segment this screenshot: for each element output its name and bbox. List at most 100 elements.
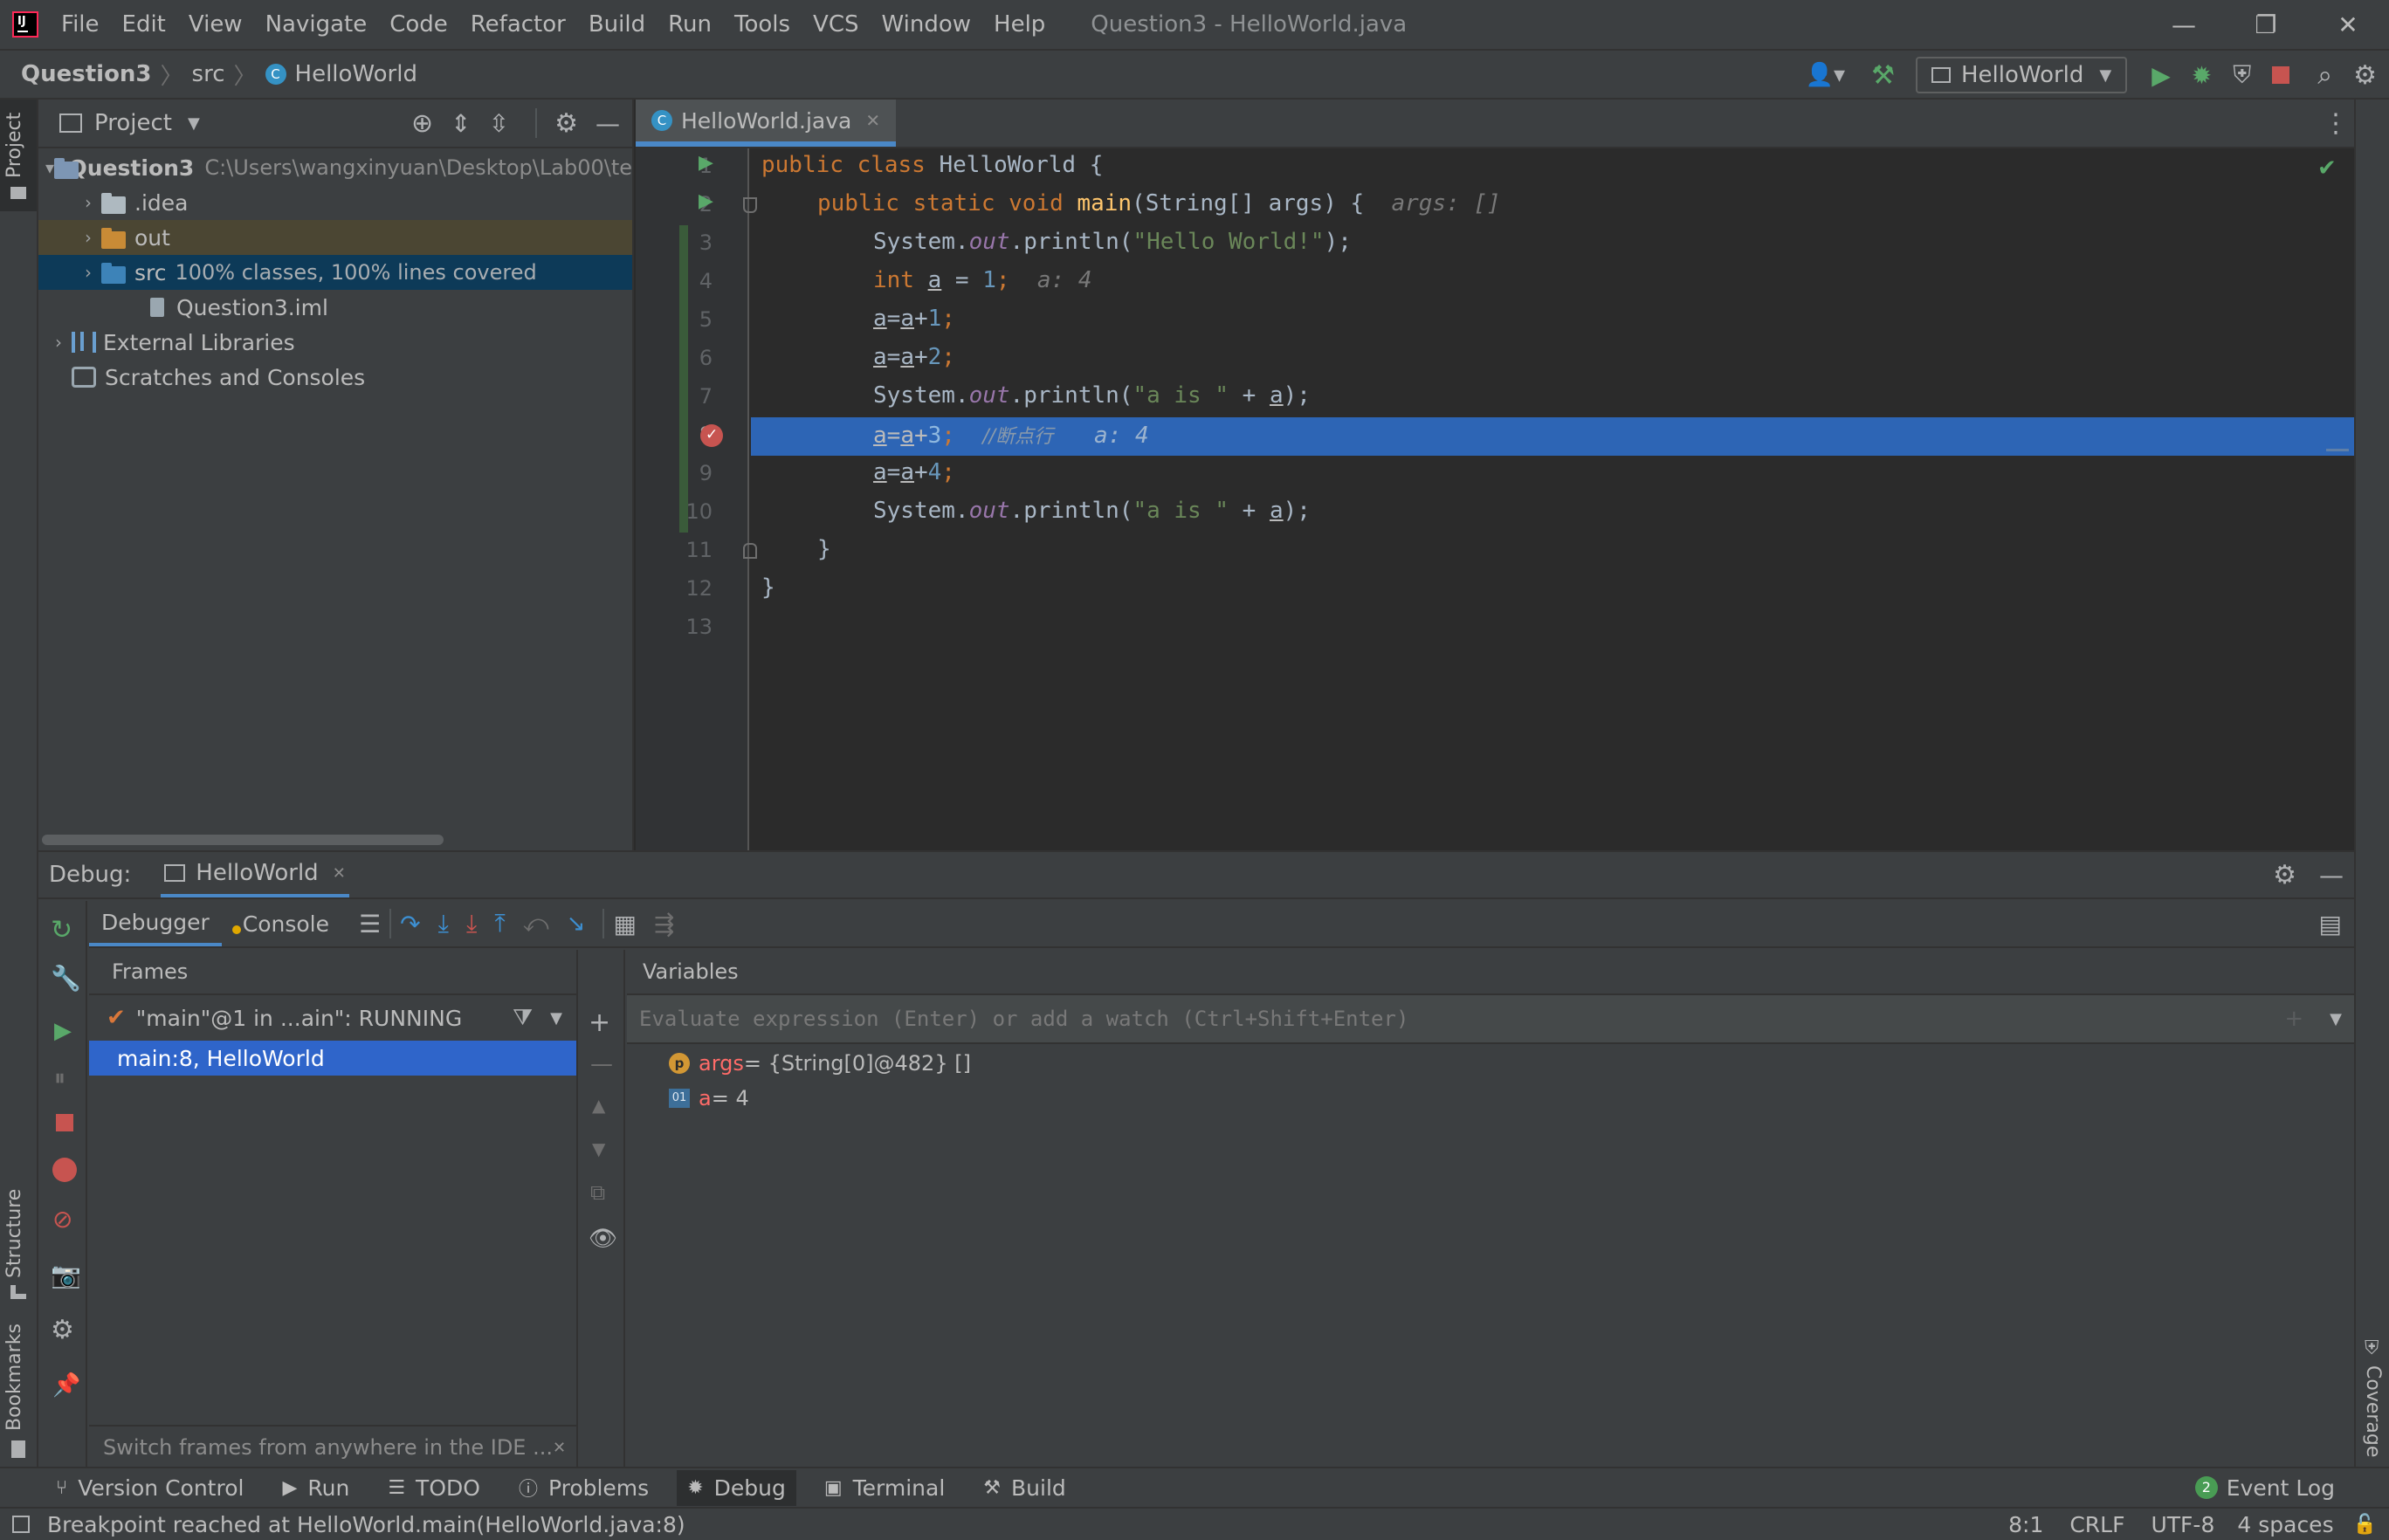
collapse-all-icon[interactable]: ⇳ bbox=[489, 109, 509, 138]
menu-navigate[interactable]: Navigate bbox=[265, 11, 368, 38]
close-tab-icon[interactable]: ✕ bbox=[865, 110, 880, 131]
add-watch-icon[interactable]: + bbox=[589, 1007, 610, 1038]
menu-file[interactable]: File bbox=[61, 11, 100, 38]
menu-tools[interactable]: Tools bbox=[734, 11, 790, 38]
settings-gear-icon[interactable]: ⚙ bbox=[2273, 860, 2296, 890]
menu-code[interactable]: Code bbox=[389, 11, 448, 38]
menu-edit[interactable]: Edit bbox=[122, 11, 166, 38]
menu-view[interactable]: View bbox=[189, 11, 243, 38]
breakpoint-icon[interactable]: ✓ bbox=[700, 424, 723, 447]
settings-gear-icon[interactable]: ⚙ bbox=[51, 1315, 74, 1345]
search-icon[interactable]: ⌕ bbox=[2317, 60, 2332, 91]
toggle-tool-windows-icon[interactable] bbox=[12, 1516, 30, 1533]
camera-icon[interactable]: 📷 bbox=[51, 1261, 81, 1289]
settings-gear-icon[interactable]: ⚙ bbox=[554, 108, 578, 139]
chevron-right-icon[interactable]: › bbox=[75, 262, 101, 283]
wrench-icon[interactable]: 🔧 bbox=[51, 964, 81, 993]
tree-item-src[interactable]: › src 100% classes, 100% lines covered bbox=[38, 255, 632, 290]
menu-refactor[interactable]: Refactor bbox=[471, 11, 566, 38]
indent-setting[interactable]: 4 spaces bbox=[2237, 1512, 2333, 1537]
run-to-cursor-icon[interactable]: ↘ bbox=[567, 911, 586, 937]
remove-watch-icon[interactable]: — bbox=[590, 1051, 613, 1077]
layout-menu-icon[interactable]: ☰ bbox=[359, 910, 381, 938]
run-gutter-icon[interactable]: ▶ bbox=[699, 152, 713, 174]
add-watch-icon[interactable]: + bbox=[2284, 1006, 2303, 1032]
stop-icon[interactable] bbox=[2272, 66, 2290, 84]
resume-icon[interactable]: ▶ bbox=[54, 1018, 72, 1044]
settings-gear-icon[interactable]: ⚙ bbox=[2353, 60, 2377, 91]
tab-debugger[interactable]: Debugger bbox=[89, 901, 222, 946]
rerun-icon[interactable]: ↻ bbox=[51, 915, 72, 945]
project-stripe-button[interactable]: Project bbox=[0, 100, 37, 211]
chevron-down-icon[interactable]: ▼ bbox=[550, 1009, 562, 1028]
minimize-button[interactable]: — bbox=[2143, 10, 2225, 39]
copy-watch-icon[interactable]: ⧉ bbox=[590, 1180, 605, 1205]
pause-icon[interactable]: ⏸ bbox=[54, 1065, 65, 1092]
coverage-stripe-button[interactable]: ⛨ Coverage bbox=[2356, 1330, 2389, 1461]
chevron-right-icon[interactable]: › bbox=[75, 192, 101, 213]
locate-target-icon[interactable]: ⊕ bbox=[411, 108, 433, 139]
move-up-icon[interactable]: ▲ bbox=[592, 1095, 605, 1116]
close-tab-icon[interactable]: ✕ bbox=[333, 864, 346, 883]
fold-icon[interactable] bbox=[743, 197, 757, 213]
close-button[interactable]: ✕ bbox=[2307, 10, 2389, 39]
toolwindow-problems[interactable]: ⓘ Problems bbox=[519, 1474, 649, 1502]
tree-item-scratches[interactable]: Scratches and Consoles bbox=[38, 360, 632, 395]
no-problems-check-icon[interactable]: ✔ bbox=[2317, 155, 2337, 182]
chevron-right-icon[interactable]: › bbox=[45, 332, 72, 353]
move-down-icon[interactable]: ▼ bbox=[592, 1138, 605, 1159]
line-separator[interactable]: CRLF bbox=[2069, 1512, 2124, 1537]
show-watches-eye-icon[interactable]: 👁 bbox=[589, 1226, 617, 1252]
drop-frame-icon[interactable]: ⤺ bbox=[523, 909, 549, 938]
step-out-icon[interactable]: ⤒ bbox=[494, 909, 505, 938]
breadcrumb-src[interactable]: src bbox=[192, 61, 225, 87]
menu-help[interactable]: Help bbox=[994, 11, 1045, 38]
menu-vcs[interactable]: VCS bbox=[813, 11, 858, 38]
debug-bug-icon[interactable]: ✹ bbox=[2192, 61, 2212, 90]
toolwindow-todo[interactable]: ☰ TODO bbox=[388, 1475, 480, 1501]
chevron-right-icon[interactable]: › bbox=[75, 227, 101, 248]
tree-item-out[interactable]: › out bbox=[38, 220, 632, 255]
chevron-down-icon[interactable]: ▼ bbox=[2330, 1010, 2342, 1028]
status-message[interactable]: Breakpoint reached at HelloWorld.main(He… bbox=[47, 1512, 685, 1537]
thread-selector[interactable]: ✔ "main"@1 in ...ain": RUNNING ⧩ ▼ bbox=[89, 995, 576, 1041]
debug-session-tab[interactable]: HelloWorld ✕ bbox=[161, 852, 349, 897]
build-hammer-icon[interactable]: ⚒ bbox=[1871, 60, 1895, 91]
toolwindow-version-control[interactable]: ⑂ Version Control bbox=[56, 1475, 244, 1501]
toolwindow-terminal[interactable]: ▣ Terminal bbox=[824, 1475, 945, 1501]
pin-icon[interactable]: 📌 bbox=[52, 1372, 80, 1399]
file-encoding[interactable]: UTF-8 bbox=[2151, 1512, 2214, 1537]
chevron-down-icon[interactable]: ▾ bbox=[45, 157, 54, 178]
more-options-icon[interactable]: ⋮ bbox=[2323, 108, 2349, 139]
variable-row-a[interactable]: 01 a = 4 bbox=[669, 1081, 2354, 1116]
expand-all-icon[interactable]: ⇕ bbox=[451, 109, 471, 138]
hide-minimize-icon[interactable]: — bbox=[596, 109, 620, 138]
breadcrumb-class[interactable]: HelloWorld bbox=[295, 61, 417, 87]
force-step-into-icon[interactable]: ⤓ bbox=[466, 909, 477, 938]
menu-window[interactable]: Window bbox=[882, 11, 972, 38]
variable-row-args[interactable]: p args = {String[0]@482} [] bbox=[669, 1046, 2354, 1081]
bookmarks-stripe-button[interactable]: Bookmarks bbox=[0, 1313, 37, 1470]
tree-item-idea[interactable]: › .idea bbox=[38, 185, 632, 220]
step-into-icon[interactable]: ⤓ bbox=[438, 909, 449, 938]
evaluate-expression-field[interactable]: Evaluate expression (Enter) or add a wat… bbox=[627, 995, 2354, 1044]
tab-helloworld-java[interactable]: C HelloWorld.java ✕ bbox=[636, 100, 897, 147]
restore-layout-icon[interactable]: ▤ bbox=[2319, 910, 2342, 938]
evaluate-expression-icon[interactable]: ▦ bbox=[613, 910, 636, 938]
chevron-down-icon[interactable]: ▼ bbox=[188, 114, 200, 133]
mute-breakpoints-icon[interactable]: ⊘ bbox=[52, 1205, 72, 1234]
close-hint-icon[interactable]: ✕ bbox=[553, 1439, 566, 1457]
user-icon[interactable]: 👤▾ bbox=[1806, 62, 1845, 88]
menu-build[interactable]: Build bbox=[589, 11, 645, 38]
view-breakpoints-icon[interactable] bbox=[52, 1158, 77, 1182]
restore-button[interactable]: ❐ bbox=[2225, 10, 2307, 39]
breadcrumb-project[interactable]: Question3 bbox=[21, 61, 152, 87]
project-view-title[interactable]: Project bbox=[94, 110, 172, 136]
stop-icon[interactable] bbox=[56, 1114, 73, 1131]
structure-stripe-button[interactable]: Structure bbox=[0, 1147, 37, 1304]
tree-item-question3[interactable]: ▾ Question3 C:\Users\wangxinyuan\Desktop… bbox=[38, 150, 632, 185]
toolwindow-run[interactable]: ▶ Run bbox=[282, 1475, 349, 1501]
menu-run[interactable]: Run bbox=[668, 11, 712, 38]
toolwindow-debug[interactable]: ✹ Debug bbox=[677, 1469, 796, 1506]
trace-stream-icon[interactable]: ⇶ bbox=[654, 910, 674, 938]
